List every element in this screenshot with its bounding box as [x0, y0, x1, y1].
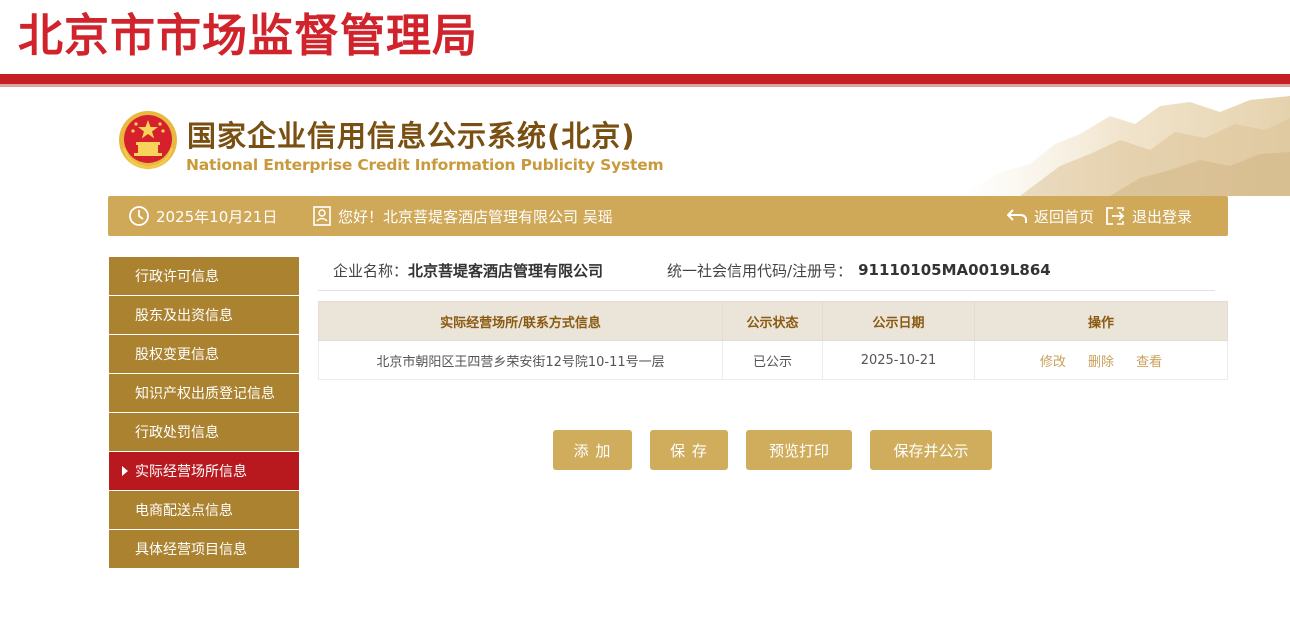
sidebar-item-business-items[interactable]: 具体经营项目信息 — [109, 530, 299, 568]
preview-print-button[interactable]: 预览打印 — [746, 430, 852, 470]
save-and-publish-button[interactable]: 保存并公示 — [870, 430, 992, 470]
sidebar-item-admin-license[interactable]: 行政许可信息 — [109, 257, 299, 295]
actions-cell: 修改 删除 查看 — [974, 340, 1228, 380]
logout-icon — [1106, 207, 1125, 225]
return-home-link[interactable]: 返回首页 — [1006, 196, 1094, 236]
sidebar-item-admin-penalty[interactable]: 行政处罚信息 — [109, 413, 299, 451]
current-date: 2025年10月21日 — [128, 196, 277, 236]
sidebar-item-ecommerce-delivery[interactable]: 电商配送点信息 — [109, 491, 299, 529]
delete-link[interactable]: 删除 — [1088, 355, 1114, 370]
add-button[interactable]: 添 加 — [553, 430, 632, 470]
system-title-en: National Enterprise Credit Information P… — [186, 156, 664, 174]
sidebar-menu: 行政许可信息 股东及出资信息 股权变更信息 知识产权出质登记信息 行政处罚信息 … — [109, 257, 299, 569]
clock-icon — [129, 206, 149, 226]
col-date-header: 公示日期 — [822, 301, 975, 341]
premises-table: 实际经营场所/联系方式信息 公示状态 公示日期 操作 北京市朝阳区王四营乡荣安街… — [318, 301, 1228, 380]
red-divider-bar — [0, 74, 1290, 87]
mountain-illustration — [960, 96, 1290, 196]
sidebar-item-business-premises[interactable]: 实际经营场所信息 — [109, 452, 299, 490]
return-home-label: 返回首页 — [1034, 207, 1095, 226]
user-badge-icon — [313, 206, 331, 226]
col-actions-header: 操作 — [974, 301, 1228, 341]
edit-link[interactable]: 修改 — [1040, 355, 1066, 370]
logout-label: 退出登录 — [1132, 207, 1193, 226]
sidebar-item-shareholders[interactable]: 股东及出资信息 — [109, 296, 299, 334]
logout-link[interactable]: 退出登录 — [1104, 196, 1192, 236]
table-header-row: 实际经营场所/联系方式信息 公示状态 公示日期 操作 — [318, 301, 1228, 341]
save-button[interactable]: 保 存 — [650, 430, 728, 470]
company-name-label: 企业名称： — [333, 261, 409, 280]
return-arrow-icon — [1006, 209, 1027, 223]
sidebar-item-equity-change[interactable]: 股权变更信息 — [109, 335, 299, 373]
company-name: 北京菩堤客酒店管理有限公司 — [408, 261, 604, 280]
address-cell: 北京市朝阳区王四营乡荣安街12号院10-11号一层 — [318, 340, 723, 380]
credit-code: 91110105MA0019L864 — [858, 261, 1051, 279]
status-cell: 已公示 — [722, 340, 823, 380]
user-greeting: 您好！北京菩堤客酒店管理有限公司 吴瑶 — [312, 196, 613, 236]
greeting-text: 您好！北京菩堤客酒店管理有限公司 吴瑶 — [338, 207, 613, 226]
date-text: 2025年10月21日 — [156, 207, 278, 226]
sidebar-item-ip-pledge[interactable]: 知识产权出质登记信息 — [109, 374, 299, 412]
agency-title: 北京市市场监督管理局 — [18, 9, 479, 62]
agency-banner: 北京市市场监督管理局 — [0, 0, 1290, 74]
col-status-header: 公示状态 — [722, 301, 823, 341]
table-row: 北京市朝阳区王四营乡荣安街12号院10-11号一层 已公示 2025-10-21… — [318, 340, 1228, 380]
date-cell: 2025-10-21 — [822, 340, 975, 380]
system-header: 国家企业信用信息公示系统(北京) National Enterprise Cre… — [0, 90, 1290, 196]
credit-code-label: 统一社会信用代码/注册号： — [667, 261, 853, 280]
company-info: 企业名称： 北京菩堤客酒店管理有限公司 统一社会信用代码/注册号： 911101… — [333, 258, 1051, 282]
info-divider — [318, 290, 1215, 291]
system-title-cn: 国家企业信用信息公示系统(北京) — [187, 119, 636, 153]
view-link[interactable]: 查看 — [1136, 355, 1162, 370]
col-address-header: 实际经营场所/联系方式信息 — [318, 301, 723, 341]
top-nav-bar: 2025年10月21日 您好！北京菩堤客酒店管理有限公司 吴瑶 返回首页 退出登… — [108, 196, 1228, 236]
national-emblem-icon — [119, 111, 177, 170]
